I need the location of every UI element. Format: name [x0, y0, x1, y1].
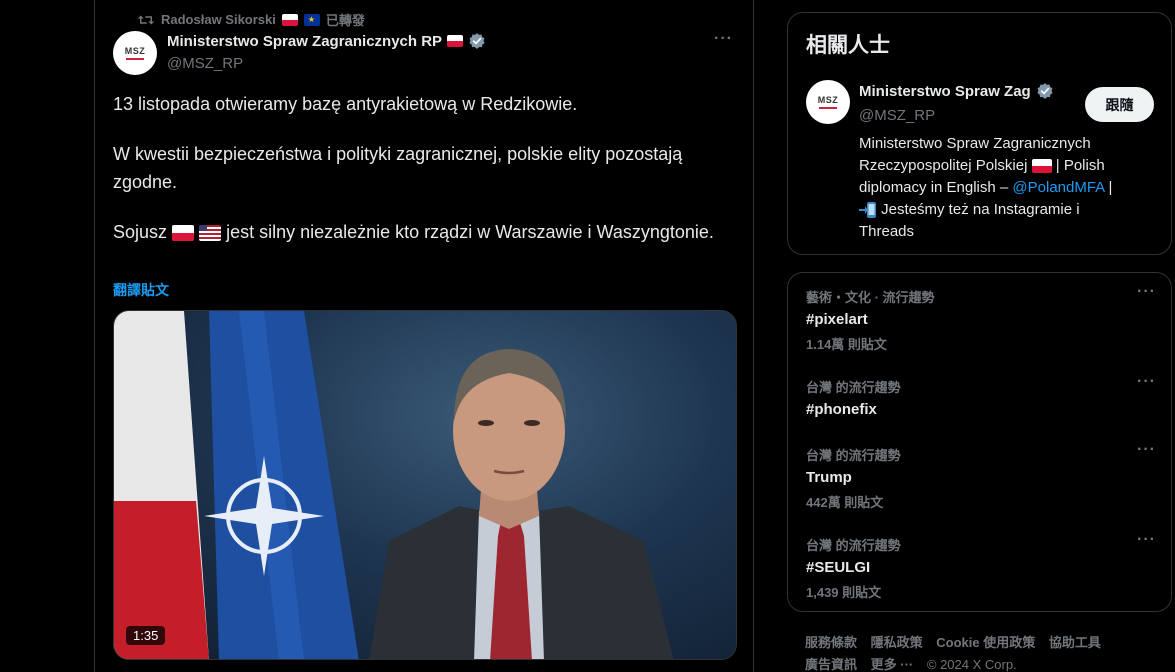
- avatar-logo-bar: [126, 58, 144, 60]
- avatar-logo-bar: [819, 107, 837, 109]
- poland-flag-icon: [281, 13, 298, 26]
- trend-context: 藝術・文化 · 流行趨勢: [806, 290, 935, 305]
- bio-text: | Polish: [1055, 157, 1105, 174]
- more-icon[interactable]: ···: [1137, 531, 1156, 549]
- more-icon[interactable]: ···: [1137, 283, 1156, 301]
- ads-info-link[interactable]: 廣告資訊: [805, 657, 857, 672]
- trend-context: 台灣 的流行趨勢: [806, 380, 901, 395]
- copyright: © 2024 X Corp.: [926, 657, 1017, 672]
- poland-flag-icon: [447, 35, 464, 47]
- trend-count: 1,439 則貼文: [806, 585, 882, 600]
- accessibility-link[interactable]: 協助工具: [1049, 635, 1101, 650]
- author-handle[interactable]: @MSZ_RP: [167, 55, 486, 72]
- tweet-paragraph: W kwestii bezpieczeństwa i polityki zagr…: [113, 144, 683, 192]
- video-duration: 1:35: [126, 626, 166, 645]
- tweet-column: Radosław Sikorski 已轉發 MSZ Ministerstwo S…: [94, 0, 754, 672]
- person-name-row[interactable]: Ministerstwo Spraw Zag: [859, 82, 1054, 100]
- retweet-icon: [137, 15, 155, 24]
- verified-icon[interactable]: [1036, 82, 1054, 100]
- bio-line: Jesteśmy też na Instagramie i: [859, 199, 1149, 221]
- us-flag-icon: [199, 225, 222, 242]
- poland-mfa-link[interactable]: @PolandMFA: [1012, 179, 1104, 196]
- related-people-panel: 相關人士 MSZ Ministerstwo Spraw Zag @MSZ_RP …: [787, 12, 1172, 255]
- trend-name: Trump: [806, 469, 852, 486]
- retweet-label: 已轉發: [325, 13, 365, 28]
- translate-post-link[interactable]: 翻譯貼文: [113, 280, 169, 300]
- trend-context: 台灣 的流行趨勢: [806, 448, 901, 463]
- bio-text: |: [1108, 179, 1113, 196]
- video-player[interactable]: 1:35: [113, 310, 737, 660]
- poland-flag-icon: [172, 225, 195, 242]
- tweet-paragraph-start: Sojusz: [113, 222, 168, 242]
- bio-line: diplomacy in English – @PolandMFA |: [859, 177, 1149, 199]
- bio-text: Jesteśmy też na Instagramie i: [881, 201, 1080, 218]
- eu-flag-icon: [303, 13, 320, 26]
- tweet-header: Ministerstwo Spraw Zagranicznych RP @MSZ…: [167, 32, 486, 72]
- verified-icon[interactable]: [468, 32, 486, 50]
- trend-name: #SEULGI: [806, 559, 871, 576]
- more-link[interactable]: 更多 ···: [871, 657, 914, 672]
- more-icon[interactable]: ···: [1137, 373, 1156, 391]
- poland-flag-icon: [1031, 159, 1052, 174]
- cookie-link[interactable]: Cookie 使用政策: [936, 635, 1035, 650]
- privacy-link[interactable]: 隱私政策: [871, 635, 923, 650]
- trend-count: 442萬 則貼文: [806, 495, 884, 510]
- avatar[interactable]: MSZ: [113, 31, 157, 75]
- trend-item[interactable]: 台灣 的流行趨勢 #phonefix ···: [806, 373, 1156, 418]
- avatar-logo-text: MSZ: [124, 46, 146, 56]
- bio-line: Rzeczypospolitej Polskiej | Polish: [859, 155, 1149, 177]
- trend-item[interactable]: 藝術・文化 · 流行趨勢 #pixelart 1.14萬 則貼文 ···: [806, 283, 1156, 353]
- more-icon[interactable]: ···: [1137, 441, 1156, 459]
- terms-link[interactable]: 服務條款: [805, 635, 857, 650]
- tweet-paragraph: 13 listopada otwieramy bazę antyrakietow…: [113, 94, 578, 114]
- follow-button[interactable]: 跟隨: [1085, 87, 1154, 122]
- more-icon[interactable]: ···: [714, 30, 733, 48]
- tweet-text: 13 listopada otwieramy bazę antyrakietow…: [113, 90, 733, 246]
- trend-context: 台灣 的流行趨勢: [806, 538, 901, 553]
- video-thumbnail: [114, 311, 674, 659]
- bio-text: diplomacy in English –: [859, 179, 1009, 196]
- tweet-paragraph: Sojusz jest silny niezależnie kto rządzi…: [113, 218, 733, 246]
- panel-title: 相關人士: [806, 34, 890, 57]
- trend-name: #pixelart: [806, 311, 868, 328]
- bio-line: Ministerstwo Spraw Zagranicznych: [859, 135, 1091, 152]
- trend-item[interactable]: 台灣 的流行趨勢 Trump 442萬 則貼文 ···: [806, 441, 1156, 511]
- trends-panel: 藝術・文化 · 流行趨勢 #pixelart 1.14萬 則貼文 ··· 台灣 …: [787, 272, 1172, 612]
- retweet-context[interactable]: Radosław Sikorski 已轉發: [137, 10, 365, 29]
- tweet-paragraph-end: jest silny niezależnie kto rządzi w Wars…: [226, 222, 714, 242]
- person-name[interactable]: Ministerstwo Spraw Zag: [859, 83, 1031, 100]
- person-bio: Ministerstwo Spraw Zagranicznych Rzeczyp…: [859, 133, 1149, 243]
- author-name[interactable]: Ministerstwo Spraw Zagranicznych RP: [167, 33, 442, 50]
- avatar-logo-text: MSZ: [817, 95, 839, 105]
- trend-count: 1.14萬 則貼文: [806, 337, 887, 352]
- bio-line: Threads: [859, 223, 915, 240]
- trend-name: #phonefix: [806, 401, 877, 418]
- footer-links: 服務條款 隱私政策 Cookie 使用政策 協助工具 廣告資訊 更多 ··· ©…: [805, 632, 1155, 672]
- retweet-user[interactable]: Radosław Sikorski: [161, 12, 276, 27]
- bio-text: Rzeczypospolitej Polskiej: [859, 157, 1028, 174]
- person-handle[interactable]: @MSZ_RP: [859, 107, 935, 124]
- trend-item[interactable]: 台灣 的流行趨勢 #SEULGI 1,439 則貼文 ···: [806, 531, 1156, 601]
- phone-arrow-icon: [859, 202, 877, 219]
- avatar[interactable]: MSZ: [806, 80, 850, 124]
